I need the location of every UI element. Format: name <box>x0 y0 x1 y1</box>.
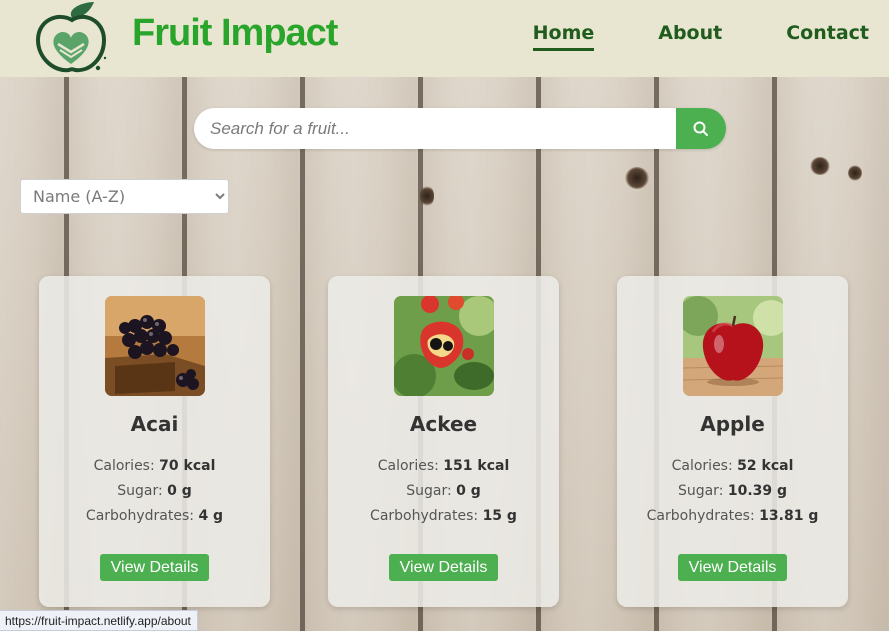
main-nav: Home About Contact <box>532 22 869 51</box>
search-input[interactable] <box>194 108 676 149</box>
calories-stat: Calories: 151 kcal <box>328 458 559 474</box>
sugar-label: Sugar: <box>117 483 163 499</box>
sugar-stat: Sugar: 10.39 g <box>617 483 848 499</box>
wood-knot <box>810 157 830 175</box>
carbs-label: Carbohydrates: <box>370 508 479 524</box>
fruit-image-ackee <box>394 296 494 396</box>
fruit-name: Acai <box>130 412 179 436</box>
sugar-label: Sugar: <box>406 483 452 499</box>
fruit-name: Apple <box>700 412 765 436</box>
calories-label: Calories: <box>671 458 733 474</box>
calories-stat: Calories: 70 kcal <box>39 458 270 474</box>
sugar-value: 0 g <box>456 483 481 499</box>
wood-knot <box>848 165 862 181</box>
nav-about-link[interactable]: About <box>658 22 722 51</box>
search-icon <box>693 121 708 136</box>
view-details-button[interactable]: View Details <box>100 554 209 581</box>
carbs-value: 4 g <box>198 508 224 524</box>
nav-home-link[interactable]: Home <box>532 22 595 51</box>
sugar-stat: Sugar: 0 g <box>328 483 559 499</box>
sugar-stat: Sugar: 0 g <box>39 483 270 499</box>
calories-value: 52 kcal <box>737 458 794 474</box>
nav-contact-link[interactable]: Contact <box>786 22 869 51</box>
carbs-stat: Carbohydrates: 15 g <box>328 508 559 524</box>
site-header: Fruit Impact Home About Contact <box>0 0 889 77</box>
wood-knot <box>420 185 434 207</box>
sugar-label: Sugar: <box>677 483 724 499</box>
wood-knot <box>625 167 649 189</box>
fruit-image-apple <box>683 296 783 396</box>
fruit-name: Ackee <box>409 412 478 436</box>
browser-status-url: https://fruit-impact.netlify.app/about <box>0 610 198 631</box>
fruit-card-apple: Apple Calories: 52 kcal Sugar: 10.39 g C… <box>617 276 848 607</box>
fruit-image-acai <box>105 296 205 396</box>
view-details-button[interactable]: View Details <box>389 554 498 581</box>
calories-stat: Calories: 52 kcal <box>617 458 848 474</box>
carbs-stat: Carbohydrates: 13.81 g <box>617 508 848 524</box>
sugar-value: 10.39 g <box>727 483 788 499</box>
sugar-value: 0 g <box>167 483 192 499</box>
view-details-button[interactable]: View Details <box>678 554 787 581</box>
calories-label: Calories: <box>93 458 155 474</box>
carbs-value: 13.81 g <box>759 508 819 524</box>
search-bar <box>194 108 726 149</box>
search-button[interactable] <box>676 108 726 149</box>
fruit-card-acai: Acai Calories: 70 kcal Sugar: 0 g Carboh… <box>39 276 270 607</box>
calories-value: 151 kcal <box>443 458 510 474</box>
fruit-card-ackee: Ackee Calories: 151 kcal Sugar: 0 g Carb… <box>328 276 559 607</box>
apple-logo-icon[interactable] <box>32 0 110 76</box>
brand-title[interactable]: Fruit Impact <box>132 12 338 55</box>
calories-label: Calories: <box>377 458 439 474</box>
carbs-value: 15 g <box>482 508 517 524</box>
calories-value: 70 kcal <box>159 458 216 474</box>
carbs-label: Carbohydrates: <box>646 508 755 524</box>
carbs-label: Carbohydrates: <box>85 508 194 524</box>
carbs-stat: Carbohydrates: 4 g <box>39 508 270 524</box>
sort-select[interactable]: Name (A-Z) <box>20 179 229 214</box>
